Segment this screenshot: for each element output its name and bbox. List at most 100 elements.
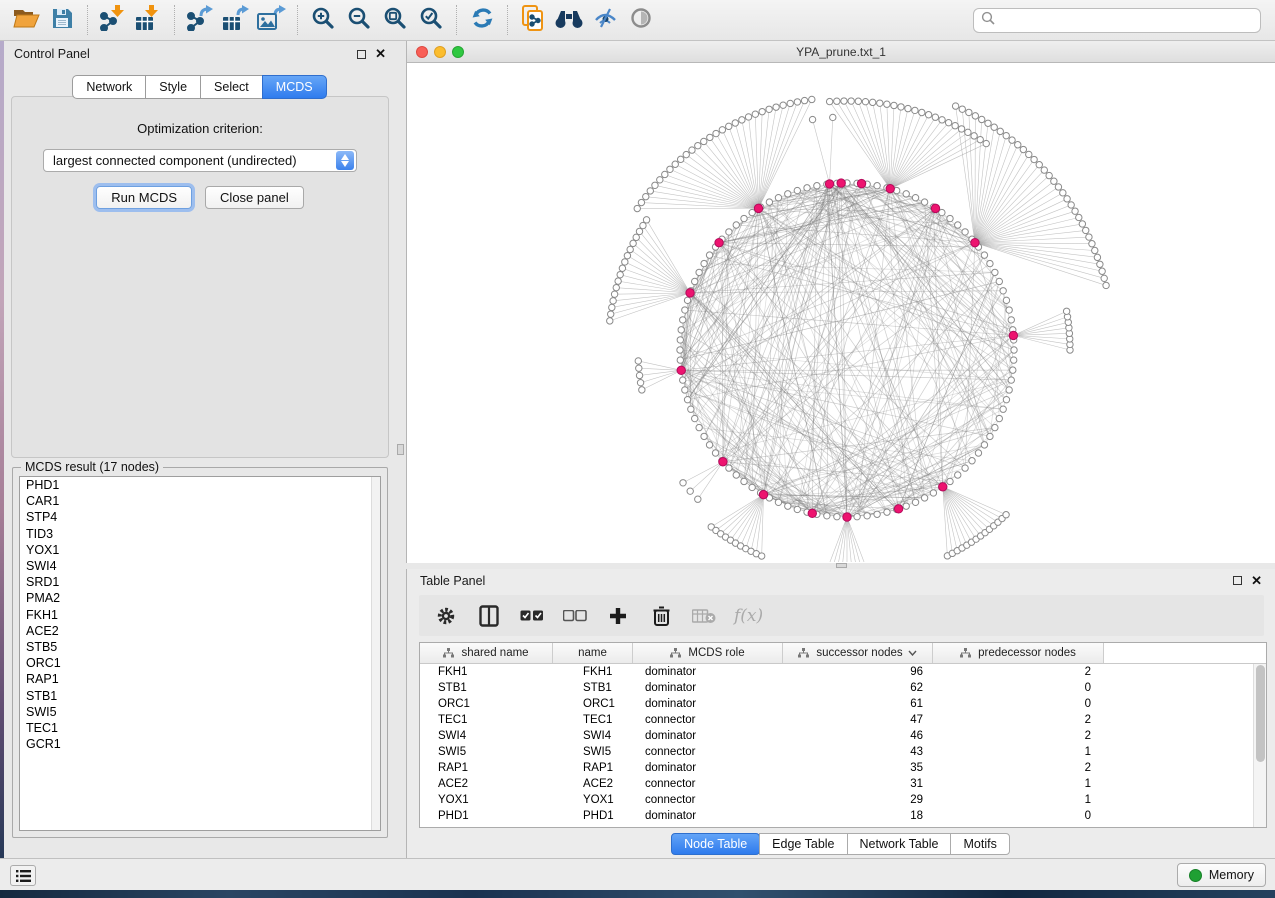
export-image-button[interactable] bbox=[254, 3, 290, 37]
deselect-all-button[interactable] bbox=[562, 603, 588, 629]
table-row[interactable]: FKH1FKH1dominator962 bbox=[420, 664, 1266, 680]
export-table-icon bbox=[222, 5, 250, 36]
tab-edge-table[interactable]: Edge Table bbox=[759, 833, 847, 855]
tab-mcds[interactable]: MCDS bbox=[262, 75, 327, 99]
column-header-mcds-role[interactable]: MCDS role bbox=[633, 643, 783, 663]
table-row[interactable]: STB1STB1dominator620 bbox=[420, 680, 1266, 696]
float-panel-icon[interactable] bbox=[1233, 576, 1242, 585]
table-row[interactable]: SWI4SWI4dominator462 bbox=[420, 728, 1266, 744]
list-item[interactable]: PHD1 bbox=[20, 477, 380, 493]
mcds-list-scrollbar[interactable] bbox=[371, 477, 380, 830]
list-item[interactable]: SWI5 bbox=[20, 704, 380, 720]
table-row[interactable]: TEC1TEC1connector472 bbox=[420, 712, 1266, 728]
close-panel-button[interactable]: Close panel bbox=[205, 186, 304, 209]
tab-select[interactable]: Select bbox=[200, 75, 263, 99]
float-panel-icon[interactable] bbox=[357, 50, 366, 59]
zoom-in-button[interactable] bbox=[305, 3, 341, 37]
import-network-button[interactable] bbox=[95, 3, 131, 37]
add-column-button[interactable] bbox=[605, 603, 631, 629]
table-cell: 46 bbox=[783, 728, 933, 744]
search-input[interactable] bbox=[1000, 13, 1253, 27]
list-item[interactable]: FKH1 bbox=[20, 607, 380, 623]
zoom-selected-button[interactable] bbox=[413, 3, 449, 37]
list-item[interactable]: ACE2 bbox=[20, 623, 380, 639]
tab-network-table[interactable]: Network Table bbox=[847, 833, 952, 855]
list-item[interactable]: PMA2 bbox=[20, 590, 380, 606]
tab-motifs[interactable]: Motifs bbox=[950, 833, 1009, 855]
network-search-field[interactable] bbox=[973, 8, 1261, 33]
table-cell: SWI4 bbox=[420, 728, 553, 744]
search-network-button[interactable] bbox=[551, 3, 587, 37]
close-panel-icon[interactable]: ✕ bbox=[375, 49, 386, 59]
table-settings-button[interactable] bbox=[433, 603, 459, 629]
vertical-splitter[interactable] bbox=[396, 41, 406, 858]
toolbar-separator bbox=[507, 5, 508, 35]
zoom-out-button[interactable] bbox=[341, 3, 377, 37]
function-builder-button[interactable]: f(x) bbox=[734, 606, 763, 626]
mcds-result-list[interactable]: PHD1CAR1STP4TID3YOX1SWI4SRD1PMA2FKH1ACE2… bbox=[19, 476, 381, 831]
network-titlebar[interactable]: YPA_prune.txt_1 bbox=[407, 41, 1275, 63]
table-cell: 2 bbox=[933, 712, 1104, 728]
column-header-name[interactable]: name bbox=[553, 643, 633, 663]
zoom-fit-button[interactable] bbox=[377, 3, 413, 37]
splitter-grip[interactable] bbox=[836, 563, 847, 568]
save-session-button[interactable] bbox=[44, 3, 80, 37]
select-all-button[interactable] bbox=[519, 603, 545, 629]
toolbar-separator bbox=[87, 5, 88, 35]
splitter-grip[interactable] bbox=[397, 444, 404, 455]
node-table-body: FKH1FKH1dominator962STB1STB1dominator620… bbox=[420, 664, 1266, 824]
list-item[interactable]: STP4 bbox=[20, 509, 380, 525]
list-item[interactable]: GCR1 bbox=[20, 736, 380, 752]
column-header-predecessor-nodes[interactable]: predecessor nodes bbox=[933, 643, 1104, 663]
column-header-shared-name[interactable]: shared name bbox=[420, 643, 553, 663]
tab-style[interactable]: Style bbox=[145, 75, 201, 99]
refresh-layout-button[interactable] bbox=[464, 3, 500, 37]
list-item[interactable]: RAP1 bbox=[20, 671, 380, 687]
table-row[interactable]: YOX1YOX1connector291 bbox=[420, 792, 1266, 808]
table-row[interactable]: ACE2ACE2connector311 bbox=[420, 776, 1266, 792]
list-item[interactable]: TEC1 bbox=[20, 720, 380, 736]
list-item[interactable]: STB1 bbox=[20, 688, 380, 704]
table-row[interactable]: SWI5SWI5connector431 bbox=[420, 744, 1266, 760]
close-panel-icon[interactable]: ✕ bbox=[1251, 576, 1262, 586]
criterion-dropdown[interactable]: largest connected component (undirected) bbox=[43, 149, 357, 172]
export-network-button[interactable] bbox=[182, 3, 218, 37]
table-row[interactable]: RAP1RAP1dominator352 bbox=[420, 760, 1266, 776]
tab-node-table[interactable]: Node Table bbox=[671, 833, 760, 855]
show-tasks-button[interactable] bbox=[10, 865, 36, 886]
list-item[interactable]: TID3 bbox=[20, 526, 380, 542]
eye-icon bbox=[629, 7, 653, 34]
list-item[interactable]: SRD1 bbox=[20, 574, 380, 590]
control-panel-tabs: Network Style Select MCDS bbox=[4, 75, 396, 99]
network-canvas[interactable] bbox=[407, 63, 1275, 563]
tree-icon bbox=[798, 648, 809, 658]
list-item[interactable]: ORC1 bbox=[20, 655, 380, 671]
task-list-icon bbox=[16, 870, 31, 882]
list-item[interactable]: CAR1 bbox=[20, 493, 380, 509]
import-table-button[interactable] bbox=[131, 3, 167, 37]
show-panel-button[interactable] bbox=[623, 3, 659, 37]
export-table-button[interactable] bbox=[218, 3, 254, 37]
list-item[interactable]: STB5 bbox=[20, 639, 380, 655]
open-session-button[interactable] bbox=[8, 3, 44, 37]
scrollbar-thumb[interactable] bbox=[1256, 665, 1265, 762]
table-toolbar: f(x) bbox=[419, 595, 1264, 636]
select-all-icon bbox=[520, 610, 544, 622]
table-scrollbar[interactable] bbox=[1253, 664, 1266, 827]
clone-network-button[interactable] bbox=[515, 3, 551, 37]
tab-network[interactable]: Network bbox=[72, 75, 146, 99]
table-header-row: shared name name MCDS role successor nod… bbox=[420, 643, 1266, 664]
memory-button[interactable]: Memory bbox=[1177, 863, 1266, 887]
list-item[interactable]: YOX1 bbox=[20, 542, 380, 558]
list-item[interactable]: SWI4 bbox=[20, 558, 380, 574]
column-header-successor-nodes[interactable]: successor nodes bbox=[783, 643, 933, 663]
show-columns-button[interactable] bbox=[476, 603, 502, 629]
delete-table-button[interactable] bbox=[691, 603, 717, 629]
table-row[interactable]: PHD1PHD1dominator180 bbox=[420, 808, 1266, 824]
table-panel: Table Panel ✕ f(x) bbox=[406, 569, 1275, 858]
table-cell: RAP1 bbox=[553, 760, 633, 776]
delete-column-button[interactable] bbox=[648, 603, 674, 629]
hide-panel-button[interactable] bbox=[587, 3, 623, 37]
table-row[interactable]: ORC1ORC1dominator610 bbox=[420, 696, 1266, 712]
run-mcds-button[interactable]: Run MCDS bbox=[96, 186, 192, 209]
